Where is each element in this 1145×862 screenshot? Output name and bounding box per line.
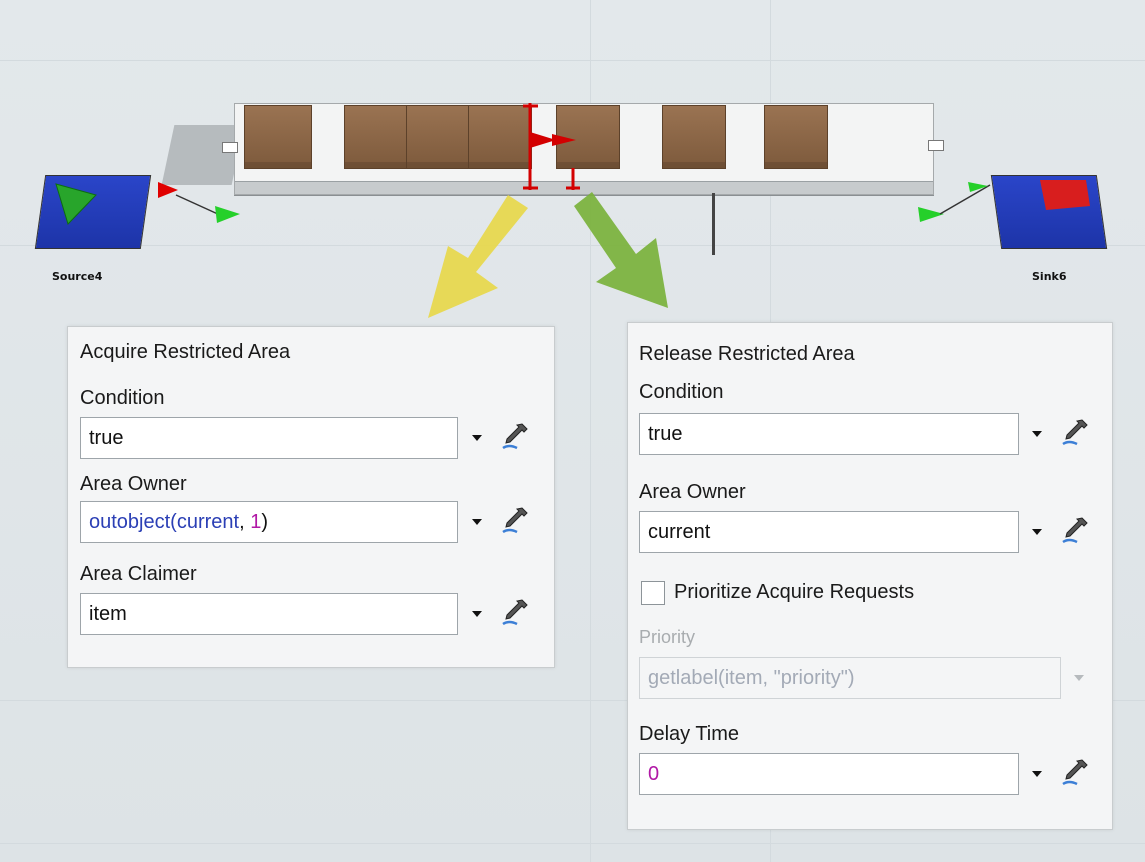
condition-field[interactable]: true — [639, 413, 1019, 455]
panel-title: Acquire Restricted Area — [80, 341, 291, 363]
area-claimer-field[interactable]: item — [80, 593, 458, 635]
area-owner-field[interactable]: current — [639, 511, 1019, 553]
output-port-marker — [158, 182, 178, 198]
prioritize-label[interactable]: Prioritize Acquire Requests — [674, 581, 914, 604]
sampler-eyedropper-icon[interactable] — [500, 505, 530, 535]
code-separator: , — [239, 511, 251, 533]
dropdown-arrow-icon[interactable] — [472, 611, 482, 617]
dropdown-arrow-icon[interactable] — [1032, 529, 1042, 535]
prioritize-checkbox[interactable] — [641, 581, 665, 605]
priority-field: getlabel(item, "priority") — [639, 657, 1061, 699]
delay-time-label: Delay Time — [639, 723, 740, 745]
output-port-marker — [968, 182, 988, 192]
code-argument: current — [176, 511, 240, 533]
sampler-eyedropper-icon[interactable] — [1060, 515, 1090, 545]
area-owner-label: Area Owner — [639, 481, 746, 503]
priority-label: Priority — [639, 627, 696, 647]
dropdown-arrow-icon[interactable] — [1032, 431, 1042, 437]
sampler-eyedropper-icon[interactable] — [500, 421, 530, 451]
dropdown-arrow-icon[interactable] — [472, 435, 482, 441]
input-port-marker — [918, 207, 944, 222]
source-flag-icon — [55, 183, 97, 225]
delay-time-field[interactable]: 0 — [639, 753, 1019, 795]
acquire-restricted-area-panel: Acquire Restricted Area Condition true A… — [67, 326, 555, 668]
sampler-eyedropper-icon[interactable] — [500, 597, 530, 627]
area-claimer-label: Area Claimer — [80, 563, 197, 585]
area-owner-field[interactable]: outobject(current, 1) — [80, 501, 458, 543]
port-connector-line — [939, 184, 991, 215]
condition-label: Condition — [639, 381, 724, 403]
sink-flag-icon — [1040, 180, 1090, 210]
sampler-eyedropper-icon[interactable] — [1060, 417, 1090, 447]
code-close-paren: ) — [261, 511, 269, 533]
sampler-eyedropper-icon[interactable] — [1060, 757, 1090, 787]
dropdown-arrow-icon[interactable] — [472, 519, 482, 525]
condition-field[interactable]: true — [80, 417, 458, 459]
code-number: 1 — [250, 511, 262, 533]
dropdown-arrow-icon[interactable] — [1032, 771, 1042, 777]
condition-label: Condition — [80, 387, 165, 409]
panel-title: Release Restricted Area — [639, 343, 855, 365]
port-connector-line — [175, 194, 221, 216]
dropdown-arrow-icon — [1074, 675, 1084, 681]
release-restricted-area-panel: Release Restricted Area Condition true A… — [627, 322, 1113, 830]
green-callout-arrow — [574, 192, 668, 308]
input-port-marker — [215, 206, 240, 223]
yellow-callout-arrow — [428, 195, 528, 318]
code-function: outobject( — [89, 511, 177, 533]
area-owner-label: Area Owner — [80, 473, 187, 495]
